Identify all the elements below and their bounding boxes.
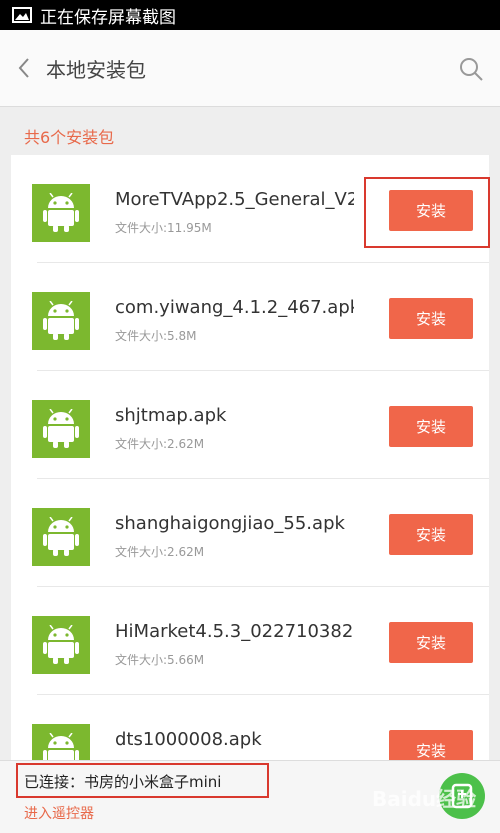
package-row: com.yiwang_4.1.2_467.apk 文件大小:5.8M 安装	[11, 263, 489, 371]
remote-control-link[interactable]: 进入遥控器	[24, 803, 94, 823]
android-icon	[32, 724, 90, 760]
package-size: 文件大小:5.8M	[115, 329, 197, 343]
install-button[interactable]: 安装	[389, 622, 473, 663]
android-icon	[32, 400, 90, 458]
package-size: 文件大小:11.95M	[115, 221, 212, 235]
android-icon	[32, 292, 90, 350]
image-icon	[12, 7, 32, 23]
android-icon	[32, 616, 90, 674]
package-size: 文件大小:2.62M	[115, 545, 205, 559]
highlight-box-connection	[16, 763, 269, 798]
package-row: shjtmap.apk 文件大小:2.62M 安装	[11, 371, 489, 479]
package-size: 文件大小:5.66M	[115, 653, 205, 667]
baidu-watermark: Baidu经验	[372, 787, 477, 811]
package-name: HiMarket4.5.3_0227103823	[115, 621, 354, 642]
install-button[interactable]: 安装	[389, 406, 473, 447]
package-name: shanghaigongjiao_55.apk	[115, 513, 345, 534]
search-icon[interactable]	[458, 56, 484, 82]
android-icon	[32, 508, 90, 566]
package-row: shanghaigongjiao_55.apk 文件大小:2.62M 安装	[11, 479, 489, 587]
back-chevron-icon[interactable]	[14, 56, 34, 80]
status-text: 正在保存屏幕截图	[40, 7, 176, 28]
package-size: 文件大小:2.62M	[115, 437, 205, 451]
install-button[interactable]: 安装	[389, 298, 473, 339]
header: 本地安装包	[0, 30, 500, 107]
package-name: dts1000008.apk	[115, 729, 262, 750]
package-row: HiMarket4.5.3_0227103823 文件大小:5.66M 安装	[11, 587, 489, 695]
package-row: dts1000008.apk 安装	[11, 695, 489, 760]
package-count: 共6个安装包	[24, 128, 115, 147]
android-icon	[32, 184, 90, 242]
status-bar: 正在保存屏幕截图	[0, 0, 500, 30]
install-button[interactable]: 安装	[389, 730, 473, 760]
package-name: shjtmap.apk	[115, 405, 227, 426]
package-name: com.yiwang_4.1.2_467.apk	[115, 297, 354, 318]
package-name: MoreTVApp2.5_General_V2	[115, 189, 354, 210]
install-button[interactable]: 安装	[389, 514, 473, 555]
highlight-box-install	[364, 177, 490, 248]
page-title: 本地安装包	[46, 58, 146, 82]
